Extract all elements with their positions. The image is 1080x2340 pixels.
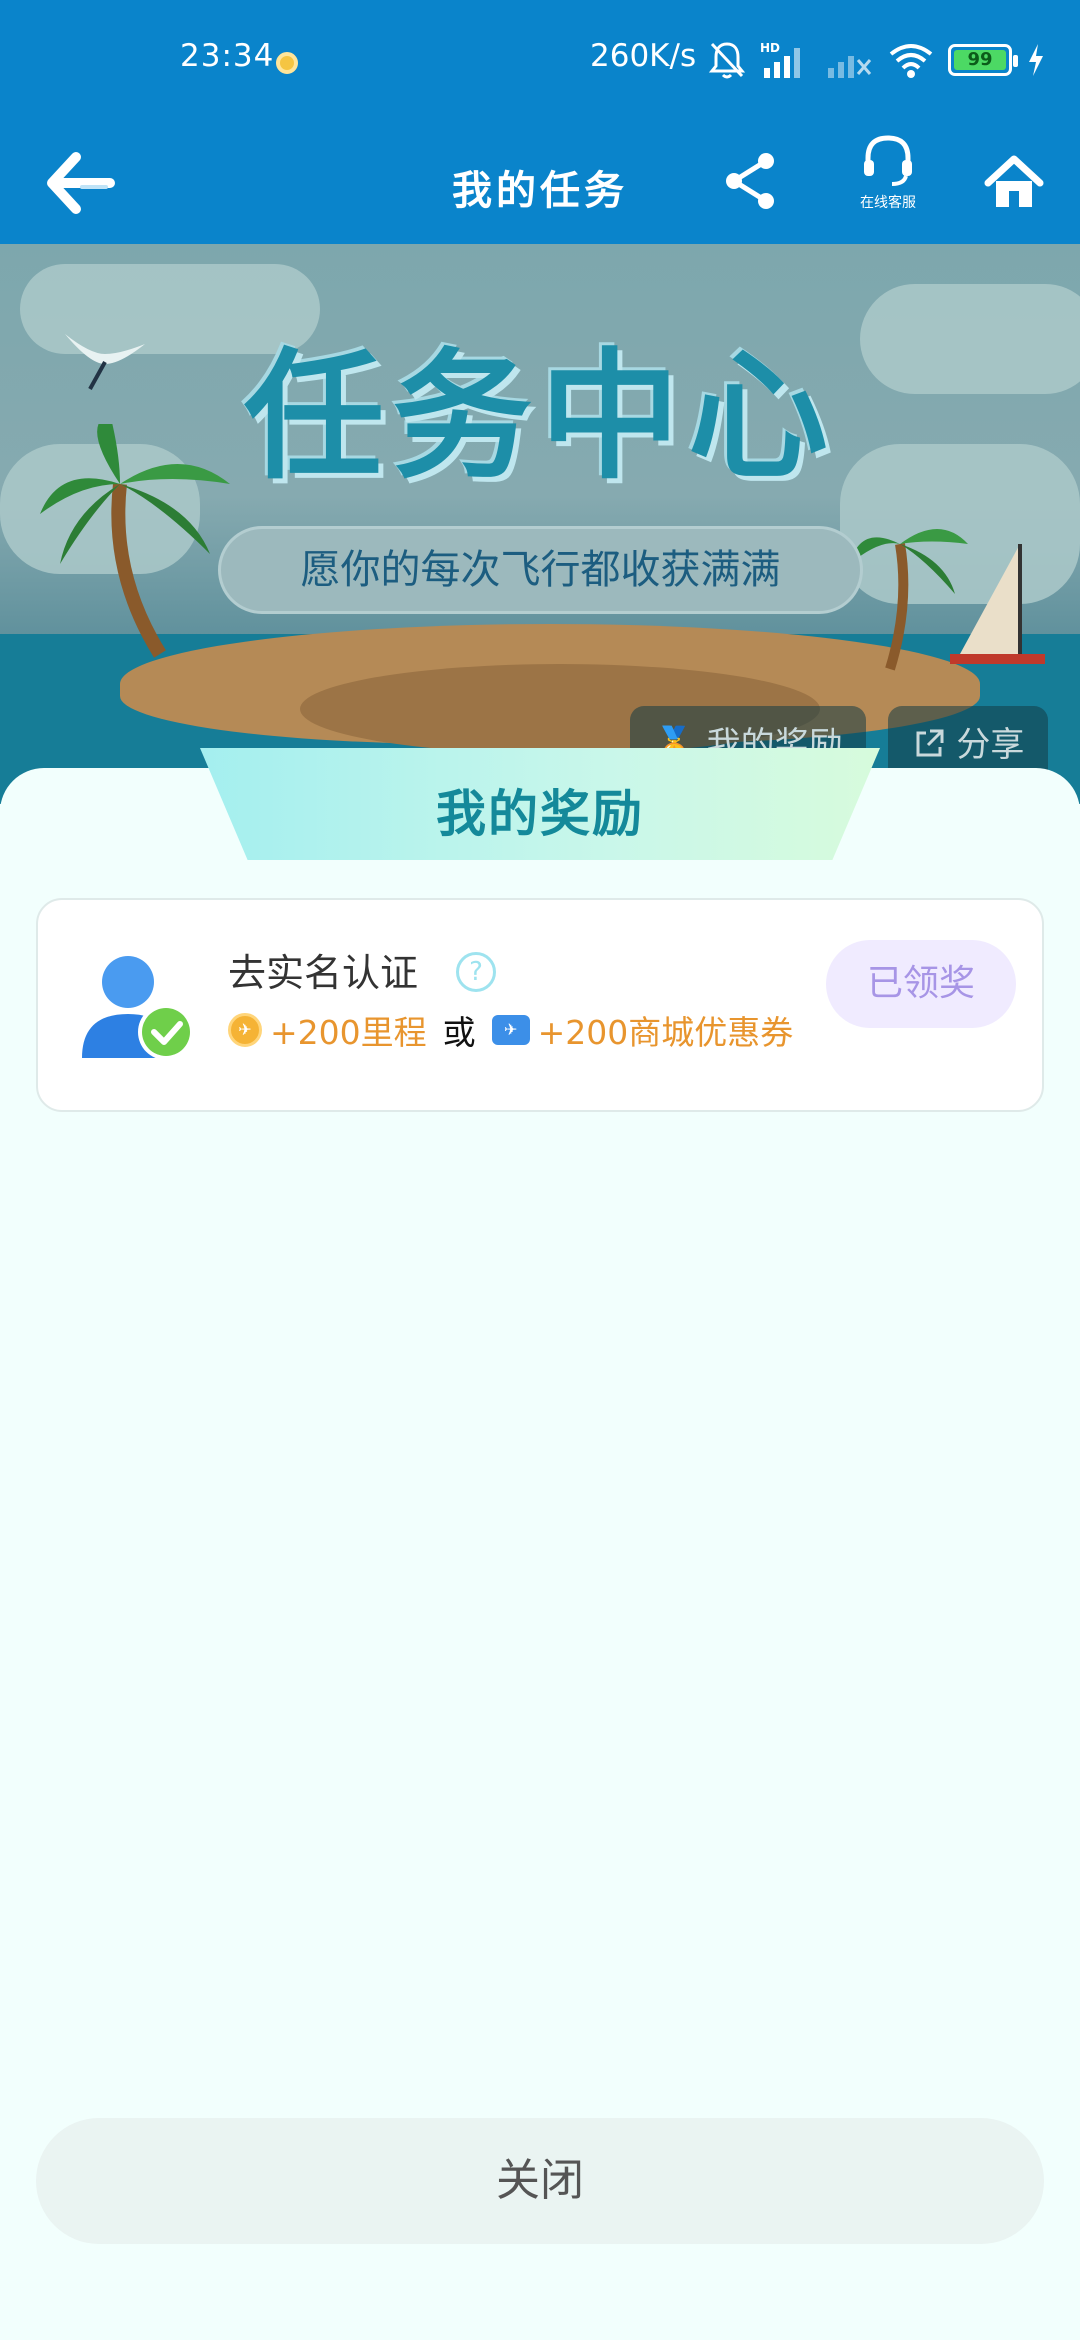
help-icon[interactable]: ? [456,952,496,992]
network-speed: 260K/s [590,38,697,74]
online-service-button[interactable]: 在线客服 [840,130,936,240]
close-button[interactable]: 关闭 [36,2118,1044,2244]
or-separator: 或 [442,1013,476,1052]
rewards-sheet: 我的奖励 去实名认证 ? ✈ +200里程 或 ✈ +200商城优惠券 已领奖 … [0,748,1080,2340]
svg-text:HD: HD [760,41,780,55]
share-button[interactable] [718,138,782,224]
status-time: 23:34 [180,38,275,74]
task-card: 去实名认证 ? ✈ +200里程 或 ✈ +200商城优惠券 已领奖 [36,898,1044,1112]
banner-share-label: 分享 [956,725,1025,765]
battery-level: 99 [954,50,1006,70]
task-title: 去实名认证 [228,951,419,995]
claimed-status-button[interactable]: 已领奖 [826,940,1016,1028]
battery-icon: 99 [948,44,1018,76]
palm-leaf [900,529,968,544]
mute-bell-icon [708,42,746,79]
mileage-coin-icon: ✈ [228,1013,262,1047]
sailboat-icon [950,544,1045,664]
notification-dot-icon [276,52,298,74]
home-button[interactable] [982,140,1046,226]
share-icon [726,153,774,209]
nav-bar: 我的任务 在线客服 [0,122,1080,244]
charging-icon [1029,44,1043,76]
signal-off-icon [828,56,872,78]
headset-icon [864,135,912,186]
verified-user-icon [82,956,194,1060]
status-icons: HD 99 [708,38,1046,82]
sheet-title: 我的奖励 [436,785,644,843]
mileage-reward: +200里程 [270,1013,427,1052]
signal-hd-icon: HD [760,41,800,78]
task-center-banner: 任务中心 愿你的每次飞行都收获满满 🏅 我的奖励 分享 [0,244,1080,804]
home-icon [984,155,1044,207]
coupon-reward: +200商城优惠券 [537,1013,794,1052]
status-bar: 23:34 260K/s HD 99 [0,0,1080,122]
banner-title: 任务中心 [243,336,836,499]
reward-row: ✈ +200里程 或 ✈ +200商城优惠券 [228,1008,793,1052]
coupon-ticket-icon: ✈ [491,1015,530,1045]
external-share-icon [916,729,944,757]
banner-subtitle: 愿你的每次飞行都收获满满 [218,526,863,614]
palm-trunk [885,543,909,671]
online-service-label: 在线客服 [860,195,916,211]
wifi-icon [889,44,933,78]
